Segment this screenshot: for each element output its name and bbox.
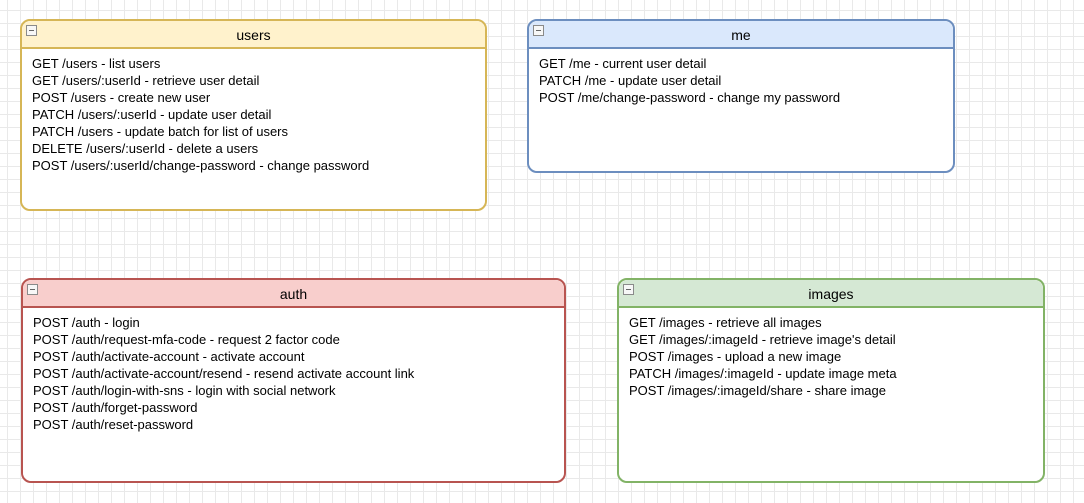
collapse-icon[interactable] [26, 25, 37, 36]
panel-auth-body: POST /auth - login POST /auth/request-mf… [23, 308, 564, 481]
panel-auth[interactable]: auth POST /auth - login POST /auth/reque… [21, 278, 566, 483]
panel-images[interactable]: images GET /images - retrieve all images… [617, 278, 1045, 483]
panel-users-header[interactable]: users [22, 21, 485, 49]
collapse-icon[interactable] [623, 284, 634, 295]
panel-users-body: GET /users - list users GET /users/:user… [22, 49, 485, 209]
diagram-canvas[interactable]: users GET /users - list users GET /users… [0, 0, 1084, 503]
panel-users-title: users [236, 27, 270, 43]
panel-users[interactable]: users GET /users - list users GET /users… [20, 19, 487, 211]
panel-me-title: me [731, 27, 750, 43]
panel-me-header[interactable]: me [529, 21, 953, 49]
collapse-icon[interactable] [533, 25, 544, 36]
panel-images-title: images [808, 286, 853, 302]
panel-me[interactable]: me GET /me - current user detail PATCH /… [527, 19, 955, 173]
panel-auth-header[interactable]: auth [23, 280, 564, 308]
panel-images-header[interactable]: images [619, 280, 1043, 308]
panel-images-body: GET /images - retrieve all images GET /i… [619, 308, 1043, 481]
collapse-icon[interactable] [27, 284, 38, 295]
panel-me-body: GET /me - current user detail PATCH /me … [529, 49, 953, 171]
panel-auth-title: auth [280, 286, 307, 302]
